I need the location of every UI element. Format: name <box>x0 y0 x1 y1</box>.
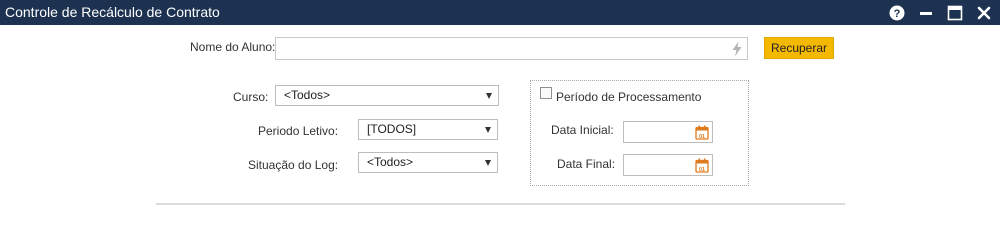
aluno-label: Nome do Aluno: <box>190 40 276 54</box>
chevron-down-icon <box>485 160 491 166</box>
curso-select[interactable]: <Todos> <box>275 85 499 106</box>
chevron-down-icon <box>485 127 491 133</box>
window-titlebar: Controle de Recálculo de Contrato ? <box>0 0 1000 25</box>
data-final-input[interactable]: 01 <box>623 154 713 176</box>
periodo-letivo-label: Periodo Letivo: <box>258 124 339 138</box>
help-icon[interactable]: ? <box>887 3 906 22</box>
data-inicial-input[interactable]: 01 <box>623 121 713 143</box>
periodo-letivo-select[interactable]: [TODOS] <box>358 119 498 140</box>
window-title: Controle de Recálculo de Contrato <box>5 4 220 20</box>
calendar-icon[interactable]: 01 <box>695 125 709 140</box>
data-inicial-label: Data Inicial: <box>551 123 614 137</box>
lightning-icon <box>732 41 742 57</box>
situacao-log-label: Situação do Log: <box>248 158 339 172</box>
situacao-log-select-value: <Todos> <box>367 155 414 169</box>
calendar-icon[interactable]: 01 <box>695 158 709 173</box>
periodo-processamento-label: Período de Processamento <box>556 90 702 104</box>
aluno-input[interactable] <box>275 37 748 60</box>
minimize-icon[interactable] <box>916 3 935 22</box>
periodo-processamento-checkbox[interactable] <box>540 87 552 99</box>
recuperar-button[interactable]: Recuperar <box>764 37 834 59</box>
curso-label: Curso: <box>233 90 269 104</box>
divider <box>156 203 845 205</box>
situacao-log-select[interactable]: <Todos> <box>358 152 498 173</box>
svg-text:01: 01 <box>699 167 705 173</box>
maximize-icon[interactable] <box>945 3 964 22</box>
data-final-label: Data Final: <box>557 157 616 171</box>
periodo-letivo-select-value: [TODOS] <box>367 122 417 136</box>
curso-select-value: <Todos> <box>284 88 331 102</box>
chevron-down-icon <box>486 93 492 99</box>
svg-text:01: 01 <box>699 134 705 140</box>
close-icon[interactable] <box>974 3 993 22</box>
svg-text:?: ? <box>893 8 900 20</box>
